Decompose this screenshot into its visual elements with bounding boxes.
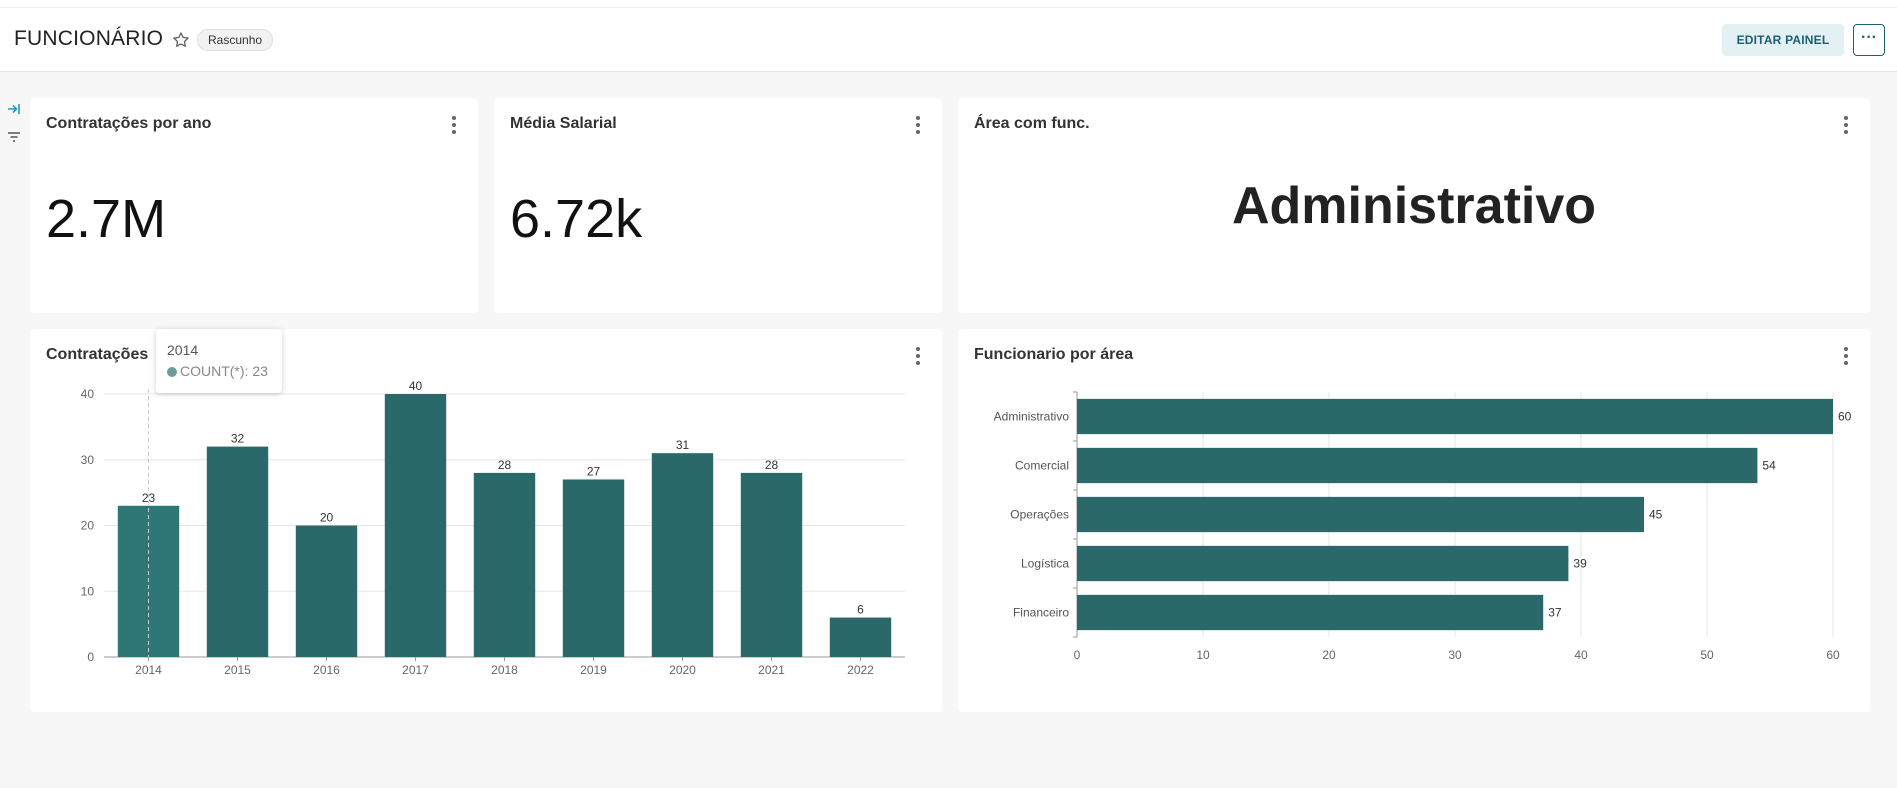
card-menu-icon[interactable] bbox=[912, 347, 924, 367]
card-title: Contratações por ano bbox=[46, 115, 212, 132]
card-menu-icon[interactable] bbox=[912, 116, 924, 136]
card-title: Contratações bbox=[46, 346, 149, 363]
page-title: FUNCIONÁRIO bbox=[14, 27, 164, 50]
card-hires-per-year: Contratações por ano 2.7M bbox=[30, 98, 478, 313]
tooltip-series-dot bbox=[167, 367, 177, 377]
edit-dashboard-button[interactable]: EDITAR PAINEL bbox=[1722, 24, 1844, 56]
tooltip-title: 2014 bbox=[167, 342, 199, 358]
expand-filters-icon[interactable] bbox=[5, 100, 23, 118]
dashboard-header: FUNCIONÁRIO Rascunho EDITAR PAINEL ··· bbox=[0, 8, 1897, 72]
status-badge: Rascunho bbox=[197, 29, 274, 51]
big-number-value: 6.72k bbox=[510, 189, 643, 249]
card-avg-salary: Média Salarial 6.72k bbox=[494, 98, 942, 313]
card-employees-by-area: Funcionario por área bbox=[958, 329, 1870, 712]
card-title: Funcionario por área bbox=[974, 346, 1134, 363]
big-text-value: Administrativo bbox=[1231, 177, 1597, 235]
card-menu-icon[interactable] bbox=[1840, 116, 1852, 136]
big-number-value: 2.7M bbox=[46, 189, 167, 249]
top-strip bbox=[0, 0, 1897, 8]
card-menu-icon[interactable] bbox=[448, 116, 460, 136]
star-icon[interactable] bbox=[171, 30, 191, 50]
card-menu-icon[interactable] bbox=[1840, 347, 1852, 367]
card-title: Média Salarial bbox=[510, 115, 617, 132]
chart-tooltip: 2014 COUNT(*): 23 bbox=[156, 329, 282, 393]
card-title: Área com func. bbox=[974, 115, 1090, 132]
more-options-button[interactable]: ··· bbox=[1853, 24, 1885, 56]
tooltip-value: COUNT(*): 23 bbox=[180, 363, 268, 379]
filter-icon[interactable] bbox=[5, 128, 23, 146]
card-area: Área com func. Administrativo bbox=[958, 98, 1870, 313]
